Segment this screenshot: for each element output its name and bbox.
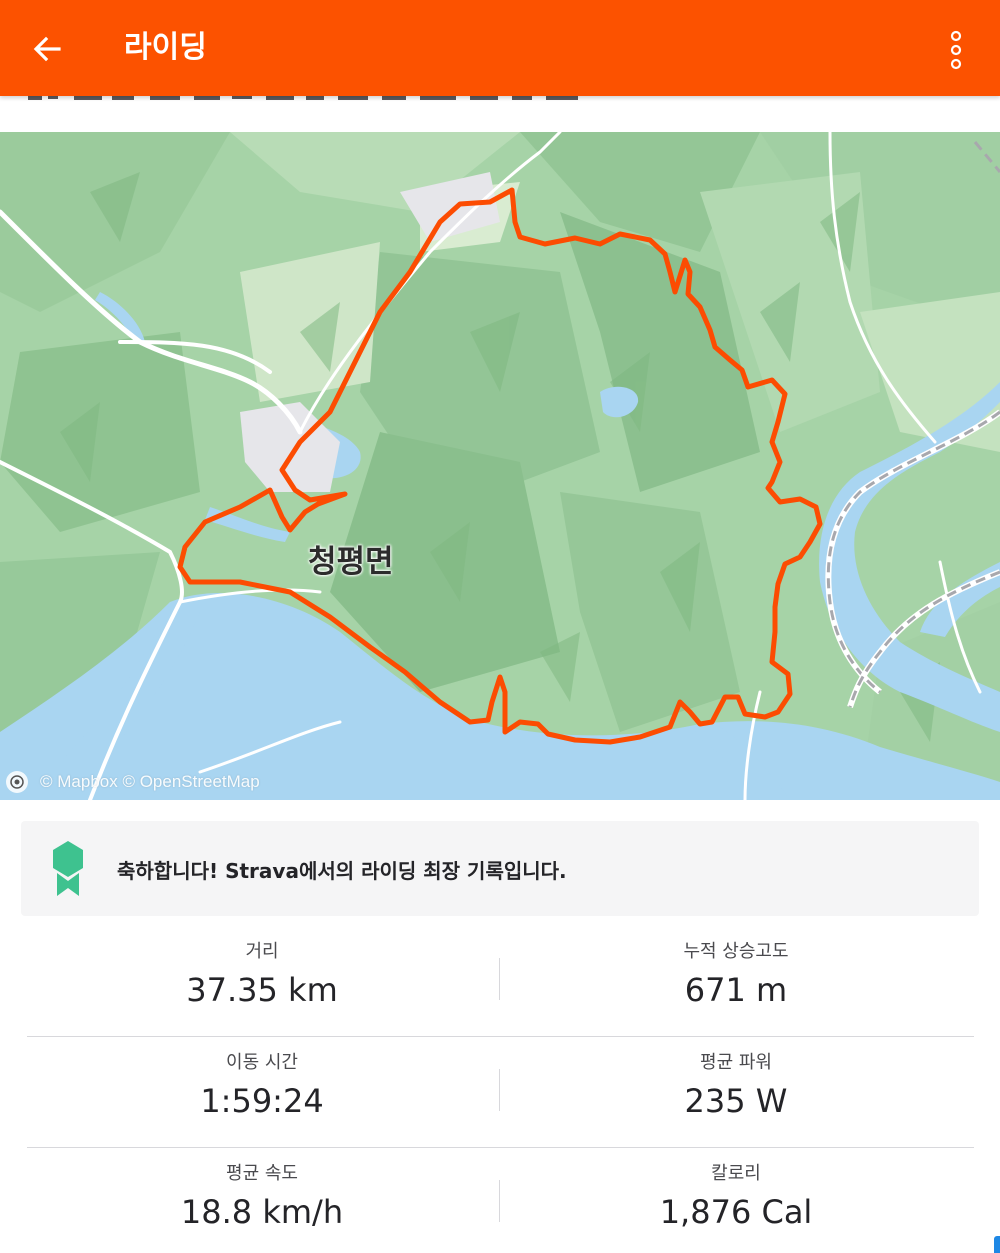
back-button[interactable] xyxy=(22,24,72,74)
achievement-prefix: 축하합니다! xyxy=(117,859,219,883)
clipped-description-text xyxy=(28,96,578,100)
stat-label: 이동 시간 xyxy=(226,1052,298,1073)
achievement-banner: 축하합니다! Strava에서의 라이딩 최장 기록입니다. xyxy=(21,821,979,916)
mapbox-logo-icon[interactable] xyxy=(6,771,28,793)
stat-calories: 칼로리 1,876 Cal xyxy=(501,1162,971,1234)
achievement-brand: Strava xyxy=(225,859,299,883)
stat-label: 평균 속도 xyxy=(226,1163,298,1184)
map-place-label: 청평면 xyxy=(308,544,394,580)
stat-value: 1:59:24 xyxy=(200,1082,324,1120)
stats-row: 평균 속도 18.8 km/h 칼로리 1,876 Cal xyxy=(27,1148,974,1253)
stat-divider xyxy=(499,1069,500,1111)
map-attribution[interactable]: © Mapbox © OpenStreetMap xyxy=(40,772,260,792)
stat-divider xyxy=(499,958,500,1000)
stat-divider xyxy=(499,1180,500,1222)
stat-value: 1,876 Cal xyxy=(659,1193,813,1231)
achievement-suffix: 에서의 라이딩 최장 기록입니다. xyxy=(298,859,567,883)
stat-label: 평균 파워 xyxy=(700,1052,772,1073)
description-peek xyxy=(0,96,1000,132)
stat-value: 235 W xyxy=(684,1082,788,1120)
stat-average-speed: 평균 속도 18.8 km/h xyxy=(27,1162,497,1234)
stats-row: 거리 37.35 km 누적 상승고도 671 m xyxy=(27,926,974,1037)
stat-value: 18.8 km/h xyxy=(180,1193,344,1231)
stat-moving-time: 이동 시간 1:59:24 xyxy=(27,1051,497,1123)
route-map[interactable]: 청평면 © Mapbox © OpenStreetMap xyxy=(0,132,1000,800)
award-badge-icon xyxy=(53,841,83,896)
stat-distance: 거리 37.35 km xyxy=(27,940,497,1012)
stat-value: 671 m xyxy=(684,971,788,1009)
achievement-text: 축하합니다! Strava에서의 라이딩 최장 기록입니다. xyxy=(117,855,567,884)
stat-average-power: 평균 파워 235 W xyxy=(501,1051,971,1123)
app-bar: 라이딩 xyxy=(0,0,1000,96)
stat-elevation-gain: 누적 상승고도 671 m xyxy=(501,940,971,1012)
stat-value: 37.35 km xyxy=(186,971,338,1009)
stats-row: 이동 시간 1:59:24 평균 파워 235 W xyxy=(27,1037,974,1148)
stats-grid: 거리 37.35 km 누적 상승고도 671 m 이동 시간 1:59:24 … xyxy=(27,926,974,1253)
more-options-button[interactable] xyxy=(930,24,982,76)
stat-label: 거리 xyxy=(245,941,279,962)
map-canvas xyxy=(0,132,1000,800)
stat-label: 누적 상승고도 xyxy=(683,941,789,962)
stat-label: 칼로리 xyxy=(711,1163,761,1184)
page-title: 라이딩 xyxy=(124,30,207,65)
more-vertical-icon xyxy=(950,30,962,70)
scroll-edge-indicator xyxy=(994,1236,1000,1253)
arrow-left-icon xyxy=(33,36,61,62)
